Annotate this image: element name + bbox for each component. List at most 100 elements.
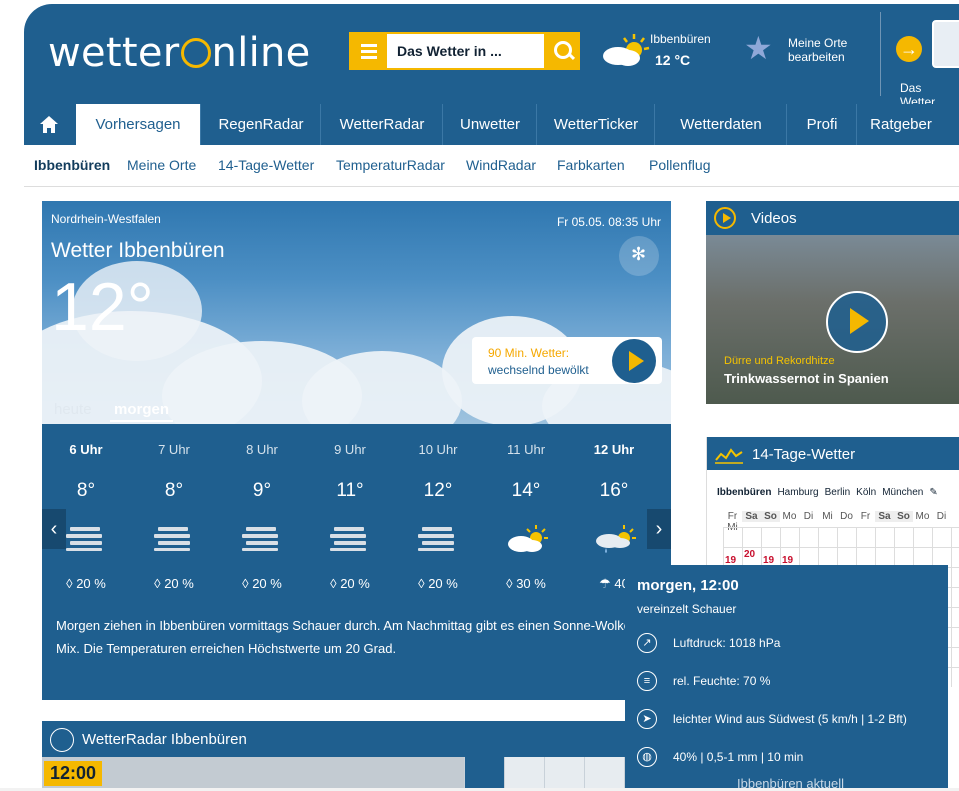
- hour-temp: 11°: [336, 480, 364, 501]
- radar-icon: [50, 728, 74, 752]
- radar-title[interactable]: WetterRadar Ibbenbüren: [82, 731, 247, 748]
- datetime-label: Fr 05.05. 08:35 Uhr: [556, 215, 661, 229]
- nav-vorhersagen[interactable]: Vorhersagen: [76, 104, 200, 145]
- search-button[interactable]: [544, 32, 580, 70]
- subnav-temperaturradar[interactable]: TemperaturRadar: [336, 157, 445, 173]
- wind-direction-icon: ➤: [637, 709, 657, 729]
- header-temp: 12 °C: [655, 52, 691, 68]
- edit-icon[interactable]: ✎: [929, 487, 937, 498]
- hour-temp: 12°: [423, 480, 453, 501]
- drop-icon: ◊: [506, 576, 513, 591]
- video-kicker: Dürre und Rekordhitze: [724, 355, 835, 367]
- rain-drop-icon[interactable]: [504, 757, 545, 788]
- day-label: Fr: [727, 511, 738, 522]
- nav-wetterticker[interactable]: WetterTicker: [536, 104, 655, 145]
- place-tab[interactable]: Köln: [856, 487, 876, 498]
- weather-layer-icon[interactable]: [464, 757, 505, 788]
- play-icon[interactable]: [826, 291, 888, 353]
- high-temp: 20: [744, 549, 756, 560]
- nav-ratgeber[interactable]: Ratgeber: [856, 104, 945, 145]
- arrow-right-icon[interactable]: →: [896, 36, 922, 62]
- hour-label: 11 Uhr: [506, 442, 546, 457]
- thermometer-icon[interactable]: [544, 757, 585, 788]
- promo-label[interactable]: Das Wetter: [900, 81, 959, 104]
- sun-cloud-icon: [506, 524, 548, 552]
- hour-label: 10 Uhr: [418, 442, 458, 457]
- my-places-link[interactable]: Meine Orte bearbeiten: [788, 36, 847, 64]
- place-tab[interactable]: Berlin: [825, 487, 851, 498]
- drop-icon: ◊: [154, 576, 161, 591]
- star-icon[interactable]: ★: [744, 32, 773, 64]
- forecast-card: Nordrhein-Westfalen Fr 05.05. 08:35 Uhr …: [42, 201, 671, 700]
- search-input[interactable]: Das Wetter in ...: [397, 43, 502, 59]
- hourly-forecast: 6 Uhr 8° ◊ 20 % 7 Uhr 8° ◊ 20 % 8 Uhr 9° ◊ 20 % 9…: [42, 424, 671, 604]
- hour-column[interactable]: 9 Uhr 11° ◊ 20 %: [306, 424, 394, 604]
- site-header: wetter nline Das Wetter in ... Ibbenbüren…: [24, 4, 959, 104]
- menu-button[interactable]: [351, 34, 387, 68]
- hour-column[interactable]: 11 Uhr 14° ◊ 30 %: [482, 424, 570, 604]
- precip-row: ◍ 40% | 0,5-1 mm | 10 min: [637, 747, 947, 771]
- subnav-pollenflug[interactable]: Pollenflug: [649, 157, 711, 173]
- pollen-button[interactable]: ✻: [619, 236, 659, 276]
- precip-probability: ◊ 20 %: [242, 576, 282, 591]
- fourteen-day-title[interactable]: 14-Tage-Wetter: [752, 446, 855, 463]
- day-label: So: [894, 511, 913, 522]
- subnav-14-tage[interactable]: 14-Tage-Wetter: [218, 157, 314, 173]
- tab-morgen[interactable]: morgen: [110, 401, 174, 422]
- chevron-left-icon[interactable]: ‹: [42, 509, 66, 549]
- current-temperature: 12°: [51, 269, 154, 345]
- home-icon[interactable]: [24, 104, 74, 145]
- region-label: Nordrhein-Westfalen: [51, 212, 161, 226]
- videos-title[interactable]: Videos: [751, 210, 797, 227]
- hour-temp: 9°: [252, 480, 272, 501]
- hour-label: 7 Uhr: [158, 442, 190, 457]
- nav-wetterdaten[interactable]: Wetterdaten: [654, 104, 787, 145]
- nav-regenradar[interactable]: RegenRadar: [200, 104, 321, 145]
- place-tab[interactable]: München: [882, 487, 923, 498]
- place-tab[interactable]: Hamburg: [777, 487, 818, 498]
- hour-label: 8 Uhr: [246, 442, 278, 457]
- promo-thumbnail[interactable]: [932, 20, 959, 68]
- day-label: Do: [840, 511, 853, 522]
- hour-column[interactable]: 10 Uhr 12° ◊ 20 %: [394, 424, 482, 604]
- dandelion-icon: ✻: [631, 244, 647, 264]
- forecast-description: Morgen ziehen in Ibbenbüren vormittags S…: [56, 618, 643, 656]
- nav-wetterradar[interactable]: WetterRadar: [320, 104, 443, 145]
- drop-icon: ◊: [66, 576, 73, 591]
- min90-weather-button[interactable]: 90 Min. Wetter: wechselnd bewölkt: [472, 337, 662, 384]
- hour-temp: 8°: [76, 480, 96, 501]
- header-city[interactable]: Ibbenbüren: [650, 32, 711, 46]
- humidity-icon: ≡: [637, 671, 657, 691]
- hour-temp: 16°: [599, 480, 629, 501]
- hour-temp: 8°: [164, 480, 184, 501]
- fog-icon: [418, 524, 458, 552]
- hour-column[interactable]: 8 Uhr 9° ◊ 20 %: [218, 424, 306, 604]
- subnav-farbkarten[interactable]: Farbkarten: [557, 157, 625, 173]
- wind-row: ➤ leichter Wind aus Südwest (5 km/h | 1-…: [637, 709, 947, 733]
- nav-profi[interactable]: Profi: [786, 104, 857, 145]
- subnav-windradar[interactable]: WindRadar: [466, 157, 536, 173]
- tooltip-subtitle: vereinzelt Schauer: [637, 602, 737, 616]
- drop-icon: ◊: [418, 576, 425, 591]
- site-logo[interactable]: wetter nline: [48, 30, 311, 76]
- precip-probability: ◊ 30 %: [506, 576, 546, 591]
- video-title[interactable]: Trinkwassernot in Spanien: [724, 371, 889, 386]
- current-weather-link[interactable]: Ibbenbüren aktuell: [737, 776, 844, 791]
- nav-unwetter[interactable]: Unwetter: [442, 104, 537, 145]
- day-label: Di: [936, 511, 947, 522]
- hour-column[interactable]: 7 Uhr 8° ◊ 20 %: [130, 424, 218, 604]
- fog-icon: [242, 524, 282, 552]
- tooltip-title: morgen, 12:00: [637, 577, 739, 594]
- day-label: Mo: [782, 511, 797, 522]
- play-circle-icon: [714, 207, 736, 229]
- wind-flag-icon[interactable]: [584, 757, 625, 788]
- day-label: Di: [803, 511, 814, 522]
- place-tab[interactable]: Ibbenbüren: [717, 487, 771, 498]
- subnav-ibbenbueren[interactable]: Ibbenbüren: [34, 157, 110, 173]
- hour-label: 6 Uhr: [69, 442, 103, 457]
- tab-heute[interactable]: heute: [54, 401, 92, 418]
- rain-drop-icon: ◍: [637, 747, 657, 767]
- fog-icon: [330, 524, 370, 552]
- chevron-right-icon[interactable]: ›: [647, 509, 671, 549]
- subnav-meine-orte[interactable]: Meine Orte: [127, 157, 196, 173]
